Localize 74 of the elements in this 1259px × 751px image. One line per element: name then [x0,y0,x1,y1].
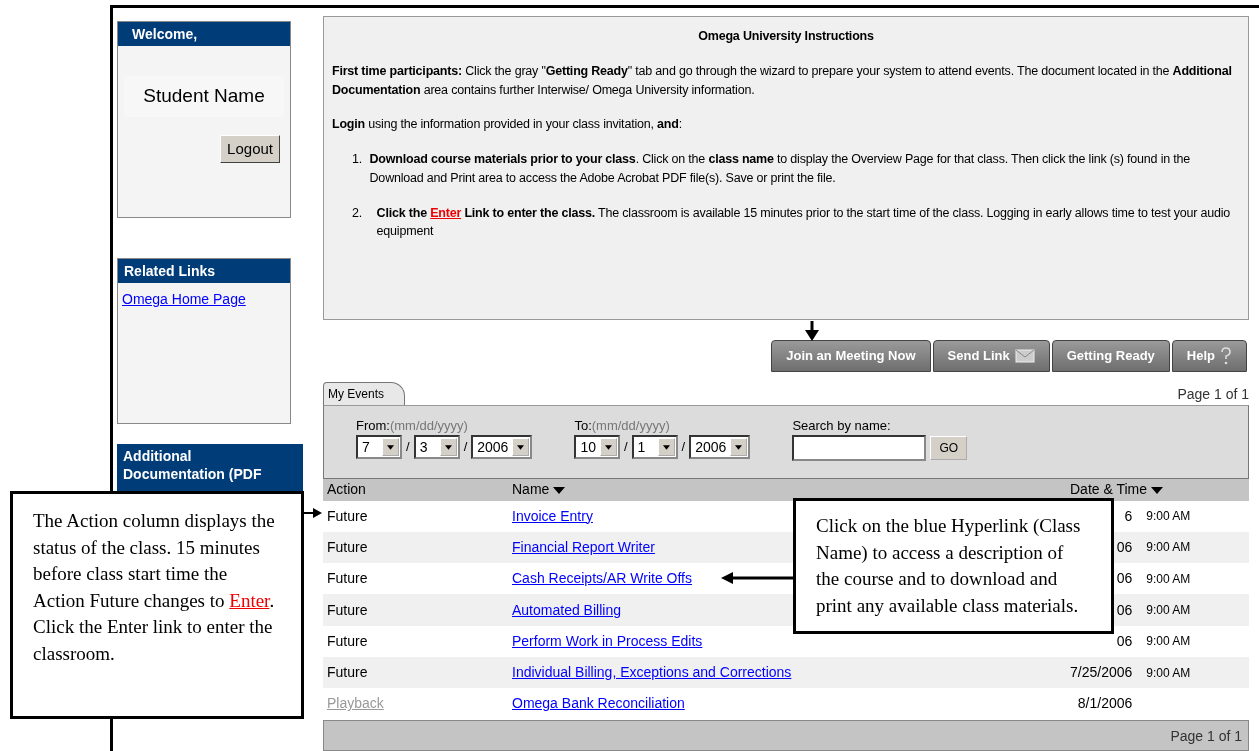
panel-header: Welcome, [118,22,290,47]
toolbar-tab[interactable]: Send Link [932,340,1050,372]
date-text: 06 [1116,538,1133,555]
time-text: 9:00 AM [1146,665,1191,680]
related-link[interactable]: Omega Home Page [122,291,246,308]
class-name-link[interactable]: Automated Billing [512,601,621,618]
dropdown-arrow-icon [662,444,670,450]
column-header: Action [323,478,508,501]
date-select[interactable]: 3 [413,435,460,459]
instruction-step: Download course materials prior to your class. Click on the class name to display the Overview Page for that class. Then click the link (s) found in the Download and Print area to access the Adobe Acrobat PDF file(s). Save or print the file. [369,150,1240,188]
callout-text: Click on the blue Hyperlink (Class Name) to access a description of the course and to download and print any available class materials. [816,514,1082,618]
date-select[interactable]: 1 [631,435,678,459]
action-status: Future [327,664,368,681]
class-name-link[interactable]: Perform Work in Process Edits [512,632,703,649]
panel-header: Related Links [118,259,290,284]
pointer-arrow [805,321,819,341]
instruction-paragraph: First time participants: Click the gray "Getting Ready" tab and go through the wizard to prepare your system to attend events. The document located in the Additional Documentation area contains further Interwise/ Omega University information. [332,62,1233,99]
time-text: 9:00 AM [1146,603,1191,618]
dropdown-arrow-icon [444,444,452,450]
dropdown-arrow-icon [735,444,743,450]
date-text: 7/25/2006 [1070,664,1133,681]
date-select[interactable]: 10 [574,435,620,459]
question-icon [1220,346,1232,365]
date-separator: / [681,438,686,457]
instruction-paragraph: Login using the information provided in your class invitation, and: [332,116,683,134]
instruction-step: Click the Enter Link to enter the class. The classroom is available 15 minutes prior to the start time of the class. Logging in early allows time to test your audio equipment [376,203,1240,241]
time-text: 9:00 AM [1146,634,1191,649]
step-number: 2. [352,204,364,222]
callout-text: The Action column displays the status of the class. 15 minutes before class start time the Action Future changes to Enter. Click the Enter link to enter the classroom. [33,509,276,666]
class-name-link[interactable]: Financial Report Writer [512,538,655,555]
toolbar-tab[interactable]: Join an Meeting Now [771,340,931,372]
action-status: Future [327,507,368,524]
my-events-tab[interactable]: My Events [323,381,405,405]
action-status: Future [327,601,368,618]
page-indicator: Page 1 of 1 [1177,384,1249,404]
time-text: 9:00 AM [1146,571,1191,586]
date-select[interactable]: 2006 [471,435,533,459]
class-name-link[interactable]: Cash Receipts/AR Write Offs [512,570,692,587]
go-button[interactable]: GO [930,436,968,460]
date-separator: / [624,438,628,457]
toolbar-tab[interactable]: Help [1171,340,1247,372]
date-text: 8/1/2006 [1077,695,1133,712]
instructions-title: Omega University Instructions [697,28,875,45]
date-label: From: [356,416,390,435]
dropdown-arrow-icon [605,444,612,450]
action-status: Future [327,538,368,555]
logout-button[interactable]: Logout [220,134,280,164]
date-text: 06 [1116,601,1133,618]
action-status: Future [327,570,368,587]
date-text: 6 [1124,507,1133,524]
time-text: 9:00 AM [1146,540,1191,555]
enter-link[interactable]: Enter [229,589,270,611]
date-select[interactable]: 7 [356,435,402,459]
envelope-icon [1014,348,1035,363]
date-text: 06 [1116,570,1133,587]
dropdown-arrow-icon [517,444,525,450]
action-status: Future [327,632,368,649]
enter-link[interactable]: Enter [430,205,462,220]
date-separator: / [463,438,468,457]
class-name-link[interactable]: Invoice Entry [512,507,593,524]
date-select[interactable]: 2006 [689,435,751,459]
dropdown-arrow-icon [387,444,394,450]
search-field[interactable] [792,435,927,461]
date-separator: / [406,438,410,457]
search-label: Search by name: [792,416,892,435]
class-name-link[interactable]: Omega Bank Reconciliation [512,695,685,712]
date-text: 06 [1116,632,1133,649]
time-text: 9:00 AM [1146,509,1191,524]
date-format-hint: (mm/dd/yyyy) [591,416,670,435]
page-indicator: Page 1 of 1 [323,719,1249,751]
date-format-hint: (mm/dd/yyyy) [389,416,468,435]
toolbar-tab[interactable]: Getting Ready [1051,340,1170,372]
date-label: To: [574,416,592,435]
step-number: 1. [352,151,364,168]
